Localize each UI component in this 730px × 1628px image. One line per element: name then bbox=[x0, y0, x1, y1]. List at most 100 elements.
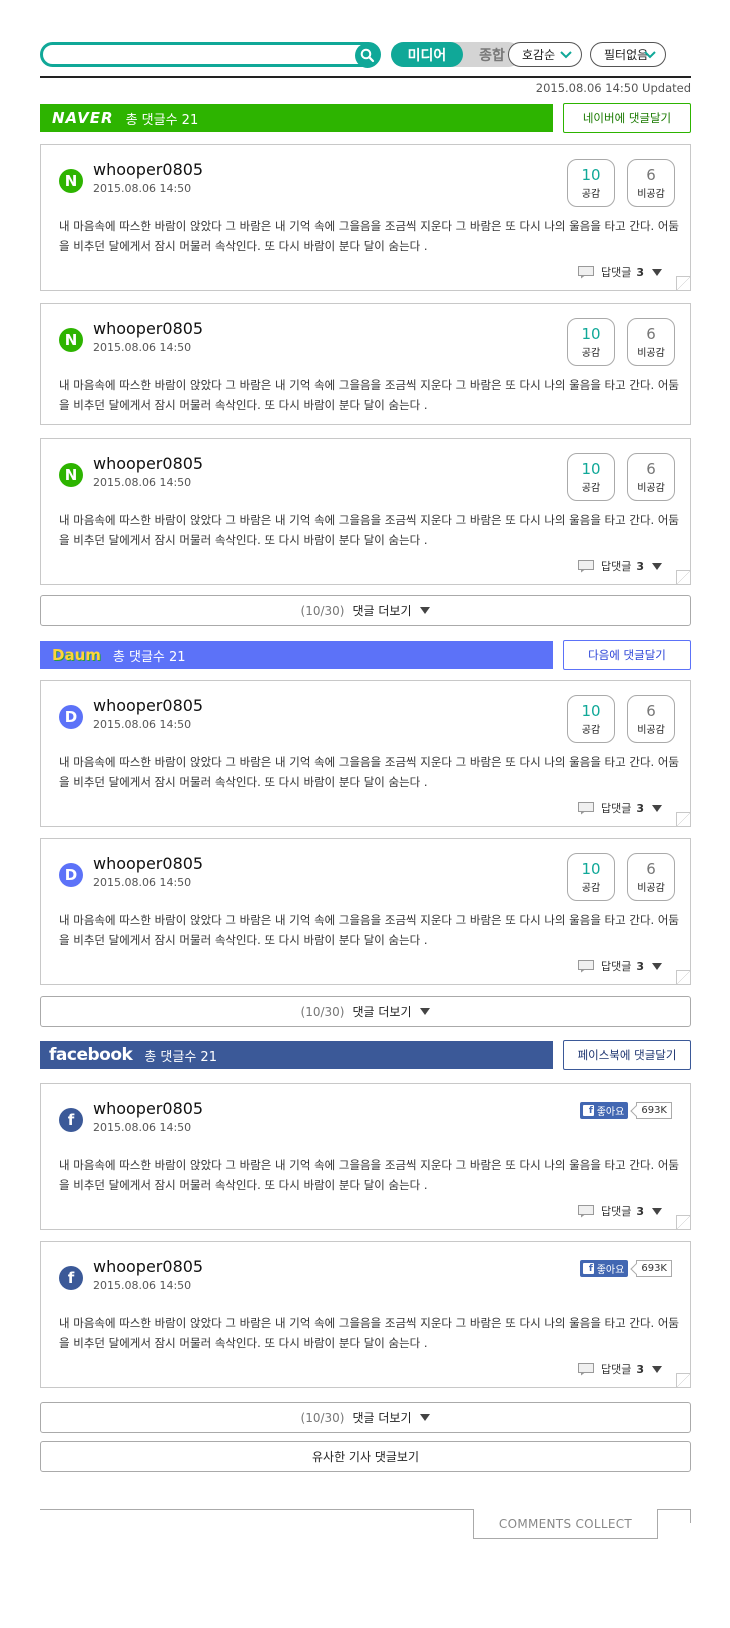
reply-toggle[interactable]: 답댓글 3 bbox=[577, 958, 662, 974]
reply-count: 3 bbox=[636, 959, 644, 973]
reply-count: 3 bbox=[636, 559, 644, 573]
comment-text: 내 마음속에 따스한 바람이 앉았다 그 바람은 내 기억 속에 그을음을 조금… bbox=[59, 913, 679, 947]
comment-text: 내 마음속에 따스한 바람이 앉았다 그 바람은 내 기억 속에 그을음을 조금… bbox=[59, 755, 679, 789]
comment-date: 2015.08.06 14:50 bbox=[93, 876, 192, 889]
like-count: 10 bbox=[581, 701, 601, 720]
facebook-like-button[interactable]: f 좋아요 bbox=[579, 1102, 629, 1119]
more-label: 댓글 더보기 bbox=[352, 604, 412, 618]
search-button[interactable] bbox=[355, 43, 380, 68]
speech-bubble-icon bbox=[577, 1362, 594, 1375]
comment-username[interactable]: whooper0805 bbox=[93, 319, 203, 338]
dislike-button[interactable]: 6 비공감 bbox=[627, 453, 675, 501]
facebook-like-count: 693K bbox=[636, 1260, 672, 1277]
like-count: 10 bbox=[581, 459, 601, 478]
caret-down-icon bbox=[652, 804, 662, 812]
like-button-label: 좋아요 bbox=[596, 1107, 625, 1118]
similar-articles-button[interactable]: 유사한 기사 댓글보기 bbox=[40, 1441, 691, 1472]
facebook-icon: f bbox=[582, 1105, 594, 1116]
reply-count: 3 bbox=[636, 1204, 644, 1218]
dislike-count: 6 bbox=[646, 324, 656, 343]
chevron-down-icon bbox=[644, 51, 656, 59]
reply-toggle[interactable]: 답댓글 3 bbox=[577, 264, 662, 280]
like-button[interactable]: 10 공감 bbox=[567, 453, 615, 501]
like-button[interactable]: 10 공감 bbox=[567, 853, 615, 901]
facebook-icon: f bbox=[582, 1263, 594, 1274]
toggle-media[interactable]: 미디어 bbox=[391, 42, 463, 67]
naver-bar: NAVER 총 댓글수 21 bbox=[40, 104, 553, 132]
speech-bubble-icon bbox=[577, 801, 594, 814]
caret-down-icon bbox=[652, 1365, 662, 1373]
more-label: 댓글 더보기 bbox=[352, 1411, 412, 1425]
sort-dropdown[interactable]: 호감순 bbox=[508, 42, 582, 67]
dislike-label: 비공감 bbox=[637, 882, 665, 894]
like-label: 공감 bbox=[581, 482, 601, 494]
dislike-button[interactable]: 6 비공감 bbox=[627, 695, 675, 743]
more-label: 댓글 더보기 bbox=[352, 1005, 412, 1019]
reply-toggle[interactable]: 답댓글 3 bbox=[577, 1361, 662, 1377]
reply-label: 답댓글 bbox=[600, 802, 632, 815]
facebook-more-button[interactable]: (10/30) 댓글 더보기 bbox=[40, 1402, 691, 1433]
like-button[interactable]: 10 공감 bbox=[567, 695, 615, 743]
caret-down-icon bbox=[652, 562, 662, 570]
speech-bubble-icon bbox=[577, 265, 594, 278]
comment-username[interactable]: whooper0805 bbox=[93, 1257, 203, 1276]
reply-toggle[interactable]: 답댓글 3 bbox=[577, 800, 662, 816]
speech-bubble-icon bbox=[577, 959, 594, 972]
dislike-count: 6 bbox=[646, 459, 656, 478]
daum-write-button[interactable]: 다음에 댓글달기 bbox=[563, 640, 691, 670]
caret-down-icon bbox=[420, 1008, 431, 1015]
comment-username[interactable]: whooper0805 bbox=[93, 160, 203, 179]
comment-username[interactable]: whooper0805 bbox=[93, 696, 203, 715]
footer-tick bbox=[690, 1509, 691, 1523]
daum-logo: Daum bbox=[52, 646, 101, 664]
facebook-section-header: facebook 총 댓글수 21 페이스북에 댓글달기 bbox=[40, 1040, 691, 1071]
filter-dropdown[interactable]: 필터없음 bbox=[590, 42, 666, 67]
divider bbox=[40, 76, 691, 78]
dislike-button[interactable]: 6 비공감 bbox=[627, 318, 675, 366]
dislike-button[interactable]: 6 비공감 bbox=[627, 853, 675, 901]
comment-username[interactable]: whooper0805 bbox=[93, 854, 203, 873]
resize-corner bbox=[676, 276, 690, 290]
dislike-button[interactable]: 6 비공감 bbox=[627, 159, 675, 207]
naver-more-button[interactable]: (10/30) 댓글 더보기 bbox=[40, 595, 691, 626]
naver-logo: NAVER bbox=[52, 109, 114, 127]
like-label: 공감 bbox=[581, 347, 601, 359]
naver-avatar-icon: N bbox=[59, 463, 83, 487]
media-toggle[interactable]: 미디어 종합 bbox=[391, 42, 521, 67]
reply-label: 답댓글 bbox=[600, 266, 632, 279]
like-count: 10 bbox=[581, 165, 601, 184]
daum-bar: Daum 총 댓글수 21 bbox=[40, 641, 553, 669]
facebook-avatar-icon: f bbox=[59, 1108, 83, 1132]
facebook-logo: facebook bbox=[49, 1045, 133, 1065]
facebook-like-count: 693K bbox=[636, 1102, 672, 1119]
reply-toggle[interactable]: 답댓글 3 bbox=[577, 1203, 662, 1219]
reply-toggle[interactable]: 답댓글 3 bbox=[577, 558, 662, 574]
dislike-count: 6 bbox=[646, 165, 656, 184]
like-button[interactable]: 10 공감 bbox=[567, 159, 615, 207]
sort-label: 호감순 bbox=[522, 48, 556, 62]
resize-corner bbox=[676, 1373, 690, 1387]
like-button[interactable]: 10 공감 bbox=[567, 318, 615, 366]
comment-card: f whooper0805 2015.08.06 14:50 f 좋아요 693… bbox=[40, 1241, 691, 1388]
facebook-like-button[interactable]: f 좋아요 bbox=[579, 1260, 629, 1277]
caret-down-icon bbox=[652, 268, 662, 276]
search-input[interactable] bbox=[40, 42, 381, 68]
footer-brand: COMMENTS COLLECT bbox=[473, 1509, 658, 1539]
comment-username[interactable]: whooper0805 bbox=[93, 454, 203, 473]
facebook-write-button[interactable]: 페이스북에 댓글달기 bbox=[563, 1040, 691, 1070]
daum-more-button[interactable]: (10/30) 댓글 더보기 bbox=[40, 996, 691, 1027]
comment-text: 내 마음속에 따스한 바람이 앉았다 그 바람은 내 기억 속에 그을음을 조금… bbox=[59, 1316, 679, 1350]
naver-avatar-icon: N bbox=[59, 169, 83, 193]
comment-card: f whooper0805 2015.08.06 14:50 f 좋아요 693… bbox=[40, 1083, 691, 1230]
caret-down-icon bbox=[420, 1414, 431, 1421]
comment-date: 2015.08.06 14:50 bbox=[93, 1121, 192, 1134]
comment-date: 2015.08.06 14:50 bbox=[93, 718, 192, 731]
naver-write-button[interactable]: 네이버에 댓글달기 bbox=[563, 103, 691, 133]
top-bar: 미디어 종합 호감순 필터없음 bbox=[40, 42, 691, 70]
comment-card: N whooper0805 2015.08.06 14:50 10 공감 6 비… bbox=[40, 438, 691, 585]
comment-card: D whooper0805 2015.08.06 14:50 10 공감 6 비… bbox=[40, 680, 691, 827]
resize-corner bbox=[676, 812, 690, 826]
comment-username[interactable]: whooper0805 bbox=[93, 1099, 203, 1118]
reply-label: 답댓글 bbox=[600, 560, 632, 573]
updated-time: 2015.08.06 14:50 Updated bbox=[535, 81, 691, 95]
